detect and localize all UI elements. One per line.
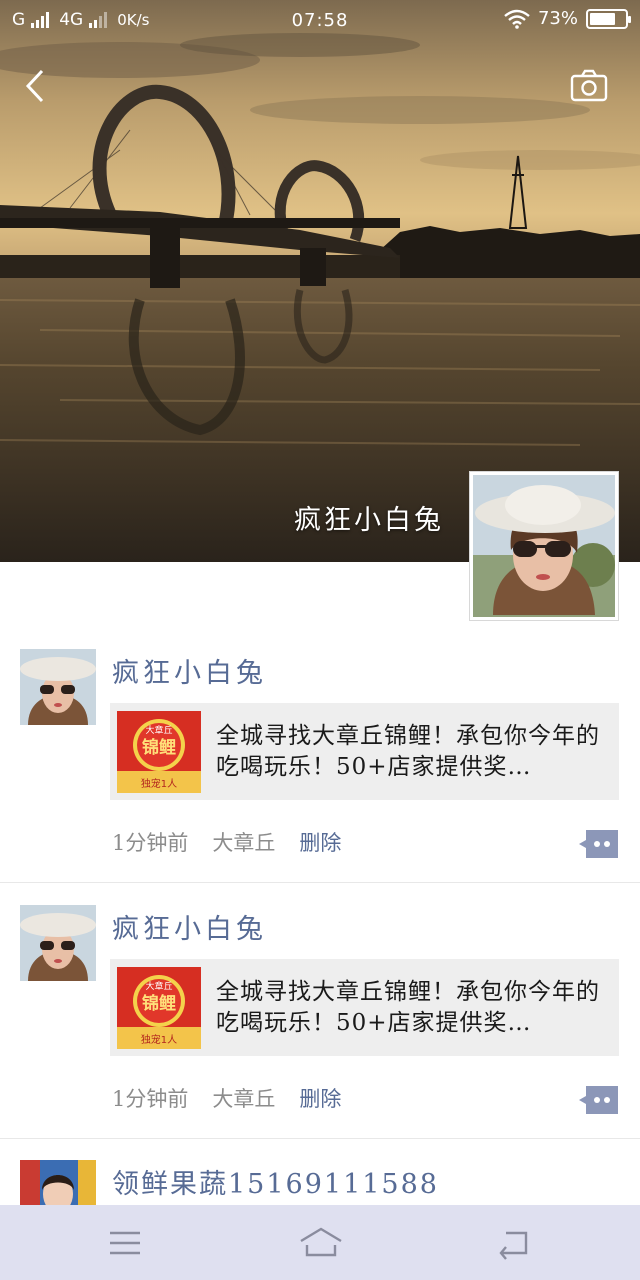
shared-link-card[interactable]: 大章丘 锦鲤 独宠1人 全城寻找大章丘锦鲤！承包你今年的吃喝玩乐！50+店家提供… [110, 703, 619, 800]
delete-button[interactable]: 删除 [299, 827, 341, 857]
back-button[interactable] [20, 66, 50, 106]
return-icon [499, 1231, 528, 1260]
post-location[interactable]: 大章丘 [212, 827, 275, 857]
wifi-icon [504, 9, 530, 29]
share-thumbnail: 大章丘 锦鲤 独宠1人 [117, 711, 201, 793]
menu-icon [110, 1231, 140, 1255]
system-nav-bar [0, 1205, 640, 1280]
profile-avatar[interactable] [469, 471, 619, 621]
status-right: 73% [504, 8, 631, 29]
avatar-image [20, 649, 96, 725]
battery-icon [586, 8, 631, 29]
return-button[interactable] [496, 1225, 536, 1261]
home-icon [300, 1227, 342, 1257]
avatar-image [20, 905, 96, 981]
profile-name: 疯狂小白兔 [294, 505, 444, 536]
shared-link-card[interactable]: 大章丘 锦鲤 独宠1人 全城寻找大章丘锦鲤！承包你今年的吃喝玩乐！50+店家提供… [110, 959, 619, 1056]
delete-button[interactable]: 删除 [299, 1083, 341, 1113]
post-author[interactable]: 领鲜果蔬15169111588 [112, 1162, 439, 1201]
thumb-line1: 大章丘 [145, 724, 172, 736]
share-title: 全城寻找大章丘锦鲤！承包你今年的吃喝玩乐！50+店家提供奖… [216, 979, 600, 1036]
moment-post-2: 疯狂小白兔 大章丘 锦鲤 独宠1人 全城寻找大章丘锦鲤！承包你今年的吃喝玩乐！5… [0, 905, 640, 1139]
thumb-line2: 锦鲤 [142, 993, 176, 1014]
thumb-line3: 独宠1人 [141, 1033, 177, 1046]
share-thumbnail: 大章丘 锦鲤 独宠1人 [117, 967, 201, 1049]
thumb-line2: 锦鲤 [142, 737, 176, 758]
menu-button[interactable] [105, 1225, 145, 1261]
comment-button[interactable] [578, 1085, 620, 1115]
moment-post-1: 疯狂小白兔 大章丘 锦鲤 独宠1人 全城寻找大章丘锦鲤！承包你今年的吃喝玩乐！5… [0, 649, 640, 883]
battery-percent: 73% [537, 8, 578, 29]
comment-icon [579, 1086, 618, 1114]
post-avatar[interactable] [20, 649, 96, 725]
home-button[interactable] [298, 1225, 344, 1261]
thumb-line3: 独宠1人 [141, 777, 177, 790]
camera-icon [570, 69, 608, 102]
camera-button[interactable] [570, 68, 608, 104]
chevron-left-icon [25, 69, 44, 103]
comment-icon [579, 830, 618, 858]
post-author[interactable]: 疯狂小白兔 [112, 651, 267, 690]
post-avatar[interactable] [20, 905, 96, 981]
post-author[interactable]: 疯狂小白兔 [112, 907, 267, 946]
battery-fill [590, 12, 615, 25]
koi-promo-image: 大章丘 锦鲤 独宠1人 [117, 967, 201, 1049]
comment-button[interactable] [578, 829, 620, 859]
thumb-line1: 大章丘 [145, 980, 172, 992]
post-location[interactable]: 大章丘 [212, 1083, 275, 1113]
profile-avatar-image [473, 475, 615, 617]
koi-promo-image: 大章丘 锦鲤 独宠1人 [117, 711, 201, 793]
post-meta: 1分钟前 大章丘 删除 [112, 1083, 341, 1113]
post-time: 1分钟前 [112, 1087, 189, 1111]
share-title: 全城寻找大章丘锦鲤！承包你今年的吃喝玩乐！50+店家提供奖… [216, 723, 600, 780]
status-bar: G 4G 0K/s 07:58 73% [0, 0, 640, 40]
post-meta: 1分钟前 大章丘 删除 [112, 827, 341, 857]
post-time: 1分钟前 [112, 831, 189, 855]
